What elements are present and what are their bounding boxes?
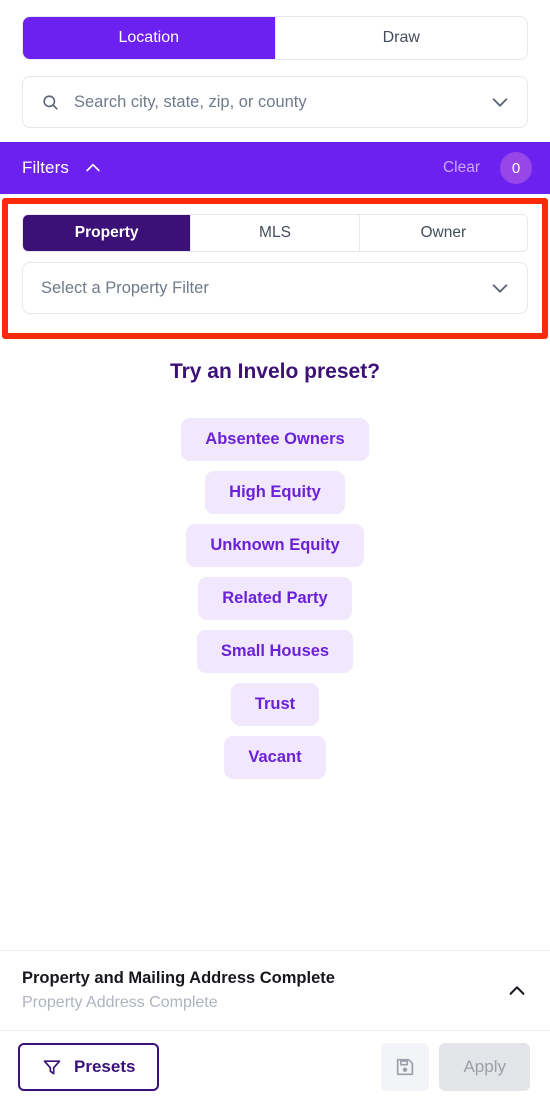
tab-mls-label: MLS (259, 224, 291, 241)
address-complete-subtitle: Property Address Complete (22, 994, 218, 1011)
preset-heading: Try an Invelo preset? (169, 360, 381, 383)
preset-suggestion-area: Try an Invelo preset? Absentee Owners Hi… (0, 324, 550, 950)
save-floppy-icon (394, 1056, 416, 1078)
filter-count-badge: 0 (500, 152, 532, 184)
preset-trust[interactable]: Trust (230, 683, 320, 726)
funnel-icon (42, 1057, 62, 1077)
property-filter-select-value: Select a Property Filter (41, 278, 209, 297)
address-complete-title: Property and Mailing Address Complete (22, 969, 335, 987)
property-filter-select[interactable]: Select a Property Filter (22, 262, 528, 314)
tab-location[interactable]: Location (23, 17, 276, 59)
presets-button[interactable]: Presets (18, 1042, 160, 1091)
tab-property-label: Property (74, 224, 139, 241)
filters-header-bar[interactable]: Filters Clear 0 (0, 142, 550, 194)
preset-vacant[interactable]: Vacant (224, 736, 326, 779)
save-button[interactable] (381, 1042, 430, 1091)
search-section: Search city, state, zip, or county (0, 60, 550, 142)
tab-draw-label: Draw (382, 29, 420, 46)
preset-absentee-owners[interactable]: Absentee Owners (181, 418, 369, 461)
preset-related-party[interactable]: Related Party (198, 577, 352, 620)
chevron-down-icon[interactable] (489, 91, 511, 113)
tab-owner-label: Owner (420, 224, 467, 241)
location-draw-segmented-control: Location Draw (22, 16, 528, 60)
filter-type-section: Property MLS Owner Select a Property Fil… (0, 194, 550, 339)
search-input[interactable]: Search city, state, zip, or county (74, 93, 475, 112)
chevron-up-icon[interactable] (83, 158, 103, 178)
address-complete-section[interactable]: Property and Mailing Address Complete Pr… (0, 950, 550, 1030)
mode-bar: Location Draw (0, 0, 550, 60)
address-complete-text: Property and Mailing Address Complete Pr… (22, 969, 494, 1012)
search-box[interactable]: Search city, state, zip, or county (22, 76, 528, 128)
preset-small-houses[interactable]: Small Houses (196, 630, 354, 673)
tab-location-label: Location (118, 29, 180, 46)
apply-button[interactable]: Apply (439, 1042, 530, 1091)
chevron-up-icon[interactable] (494, 980, 528, 1002)
tab-draw[interactable]: Draw (275, 17, 527, 59)
preset-list: Absentee Owners High Equity Unknown Equi… (22, 418, 528, 779)
clear-filters-button[interactable]: Clear (443, 159, 480, 177)
tab-owner[interactable]: Owner (359, 215, 527, 251)
filters-title: Filters (22, 158, 69, 177)
tab-property[interactable]: Property (23, 215, 192, 251)
tab-mls[interactable]: MLS (191, 215, 360, 251)
search-icon (41, 93, 60, 112)
footer-action-bar: Presets Apply (0, 1030, 550, 1102)
chevron-down-icon[interactable] (489, 277, 511, 299)
filter-type-tabs: Property MLS Owner (22, 214, 528, 252)
presets-button-label: Presets (74, 1056, 136, 1076)
filter-panel: Location Draw Search city, state, zip, o… (0, 0, 550, 1102)
preset-unknown-equity[interactable]: Unknown Equity (186, 524, 364, 567)
preset-high-equity[interactable]: High Equity (205, 471, 345, 514)
